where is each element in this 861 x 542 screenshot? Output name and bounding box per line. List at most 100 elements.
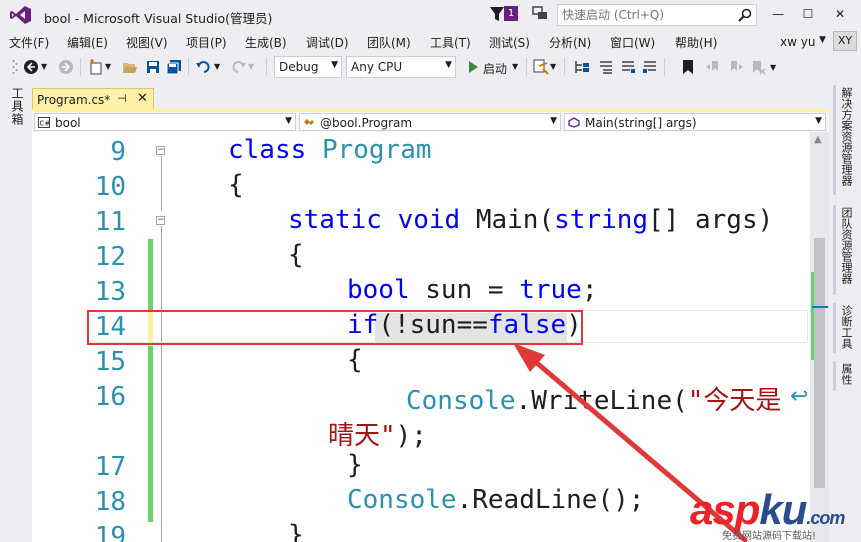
solution-explorer-toolbar-icon[interactable] (574, 59, 590, 75)
code-line-19: } (288, 520, 304, 542)
save-icon[interactable] (145, 59, 161, 75)
toolbar-grip-icon[interactable] (12, 59, 18, 75)
code-line-9: class Program (228, 135, 432, 165)
menu-file[interactable]: 文件(F) (9, 34, 49, 51)
code-line-18: Console.ReadLine(); (347, 485, 645, 515)
new-project-icon[interactable] (88, 59, 104, 75)
collapse-icon[interactable]: − (156, 216, 165, 225)
menu-debug[interactable]: 调试(D) (306, 34, 349, 51)
change-marker-saved (148, 416, 153, 522)
toolbox-tab[interactable]: 工具箱 (9, 87, 26, 126)
menu-edit[interactable]: 编辑(E) (67, 34, 108, 51)
watermark-subtitle: 免费网站源码下载站! (722, 531, 817, 542)
clear-bookmarks-icon[interactable] (750, 59, 766, 75)
navigate-back-icon[interactable] (23, 59, 39, 75)
user-name[interactable]: xw yu (780, 35, 815, 49)
menu-tools[interactable]: 工具(T) (430, 34, 471, 51)
toolbar-options-icon[interactable]: ▼ (770, 63, 786, 79)
search-icon[interactable] (738, 8, 752, 22)
team-explorer-tab[interactable]: 团队资源管理器 (838, 207, 854, 284)
code-line-16: Console.WriteLine("今天是 (406, 386, 782, 416)
scrollbar-thumb[interactable] (814, 238, 825, 488)
menu-window[interactable]: 窗口(W) (610, 34, 655, 51)
menu-help[interactable]: 帮助(H) (675, 34, 717, 51)
outline-line (161, 156, 162, 211)
collapse-all-icon[interactable] (598, 59, 614, 75)
next-bookmark-icon[interactable] (728, 59, 744, 75)
back-dropdown-icon[interactable]: ▼ (41, 62, 57, 78)
properties-tab[interactable]: 属性 (838, 363, 854, 385)
filter-icon[interactable] (490, 6, 504, 22)
notification-badge[interactable]: 1 (504, 6, 518, 21)
configuration-select[interactable]: Debug ▼ (274, 56, 342, 78)
code-line-11: static void Main(string[] args) (288, 205, 774, 235)
highlight-box-annotation (87, 310, 583, 345)
menu-team[interactable]: 团队(M) (367, 34, 411, 51)
diagnostic-tools-tab[interactable]: 诊断工具 (838, 305, 854, 349)
member-dropdown[interactable]: Main(string[] args) ▼ (564, 113, 826, 131)
redo-icon[interactable] (230, 59, 246, 75)
class-icon (304, 119, 314, 125)
code-line-13: bool sun = true; (347, 275, 598, 305)
solution-explorer-tab[interactable]: 解决方案资源管理器 (838, 87, 854, 186)
type-dropdown[interactable]: @bool.Program ▼ (299, 113, 561, 131)
undo-dropdown-icon[interactable]: ▼ (214, 62, 230, 78)
visual-studio-logo-icon (10, 6, 31, 24)
vertical-scrollbar[interactable]: ▲ (810, 132, 829, 542)
start-debug-icon[interactable] (465, 59, 481, 75)
feedback-icon[interactable] (532, 5, 548, 21)
chevron-down-icon: ▼ (285, 116, 292, 126)
line-number: 19 (94, 522, 126, 542)
menu-bar: 文件(F) 编辑(E) 视图(V) 项目(P) 生成(B) 调试(D) 团队(M… (0, 30, 861, 52)
menu-test[interactable]: 测试(S) (489, 34, 530, 51)
window-title: bool - Microsoft Visual Studio(管理员) (44, 11, 273, 26)
title-bar: bool - Microsoft Visual Studio(管理员) 1 — … (0, 0, 861, 30)
code-editor[interactable]: − − 9 10 11 12 13 14 15 16 17 18 19 clas… (32, 132, 829, 542)
menu-analyze[interactable]: 分析(N) (549, 34, 591, 51)
tab-program-cs[interactable]: Program.cs* ⊣ ✕ (32, 88, 154, 110)
change-overview-marker (811, 272, 814, 360)
new-dropdown-icon[interactable]: ▼ (105, 62, 121, 78)
line-number: 11 (94, 207, 126, 237)
avatar[interactable]: XY (833, 31, 857, 51)
project-dropdown[interactable]: C# bool ▼ (34, 113, 296, 131)
line-number: 18 (94, 487, 126, 517)
user-dropdown-icon[interactable]: ▼ (819, 35, 826, 45)
uncomment-icon[interactable] (642, 59, 658, 75)
previous-bookmark-icon[interactable] (705, 59, 721, 75)
find-in-files-icon[interactable] (533, 59, 549, 75)
left-dock-strip: 工具箱 (0, 81, 32, 542)
member-name: Main(string[] args) (585, 116, 697, 130)
undo-icon[interactable] (196, 59, 212, 75)
caret-position-marker (812, 306, 828, 308)
platform-select[interactable]: Any CPU ▼ (346, 56, 456, 78)
navigate-forward-icon[interactable] (58, 59, 74, 75)
code-line-10: { (228, 170, 244, 200)
code-line-12: { (288, 240, 304, 270)
menu-project[interactable]: 项目(P) (186, 34, 227, 51)
standard-toolbar: ▼ ▼ ▼ ▼ Debug ▼ Any CPU ▼ 启动 ▼ ▼ ▼ (0, 53, 861, 81)
code-line-17: } (347, 450, 363, 480)
menu-build[interactable]: 生成(B) (245, 34, 287, 51)
platform-value: Any CPU (351, 60, 403, 74)
collapse-icon[interactable]: − (156, 146, 165, 155)
menu-view[interactable]: 视图(V) (126, 34, 168, 51)
save-all-icon[interactable] (166, 59, 182, 75)
scroll-up-icon[interactable]: ▲ (814, 134, 822, 145)
maximize-button[interactable]: ☐ (798, 5, 818, 23)
open-file-icon[interactable] (122, 59, 138, 75)
method-icon (568, 117, 580, 128)
chevron-down-icon: ▼ (815, 116, 822, 126)
minimize-button[interactable]: — (768, 5, 788, 23)
start-debug-button[interactable]: 启动 (483, 60, 507, 77)
close-window-button[interactable]: ✕ (830, 5, 850, 23)
comment-icon[interactable] (620, 59, 636, 75)
type-name: @bool.Program (320, 116, 413, 130)
pin-icon[interactable]: ⊣ (117, 92, 127, 105)
line-number: 9 (110, 137, 126, 167)
bookmark-icon[interactable] (680, 59, 696, 75)
redo-dropdown-icon[interactable]: ▼ (248, 62, 264, 78)
quick-launch-input[interactable] (558, 5, 728, 25)
close-tab-icon[interactable]: ✕ (137, 91, 148, 106)
line-number: 10 (94, 172, 126, 202)
